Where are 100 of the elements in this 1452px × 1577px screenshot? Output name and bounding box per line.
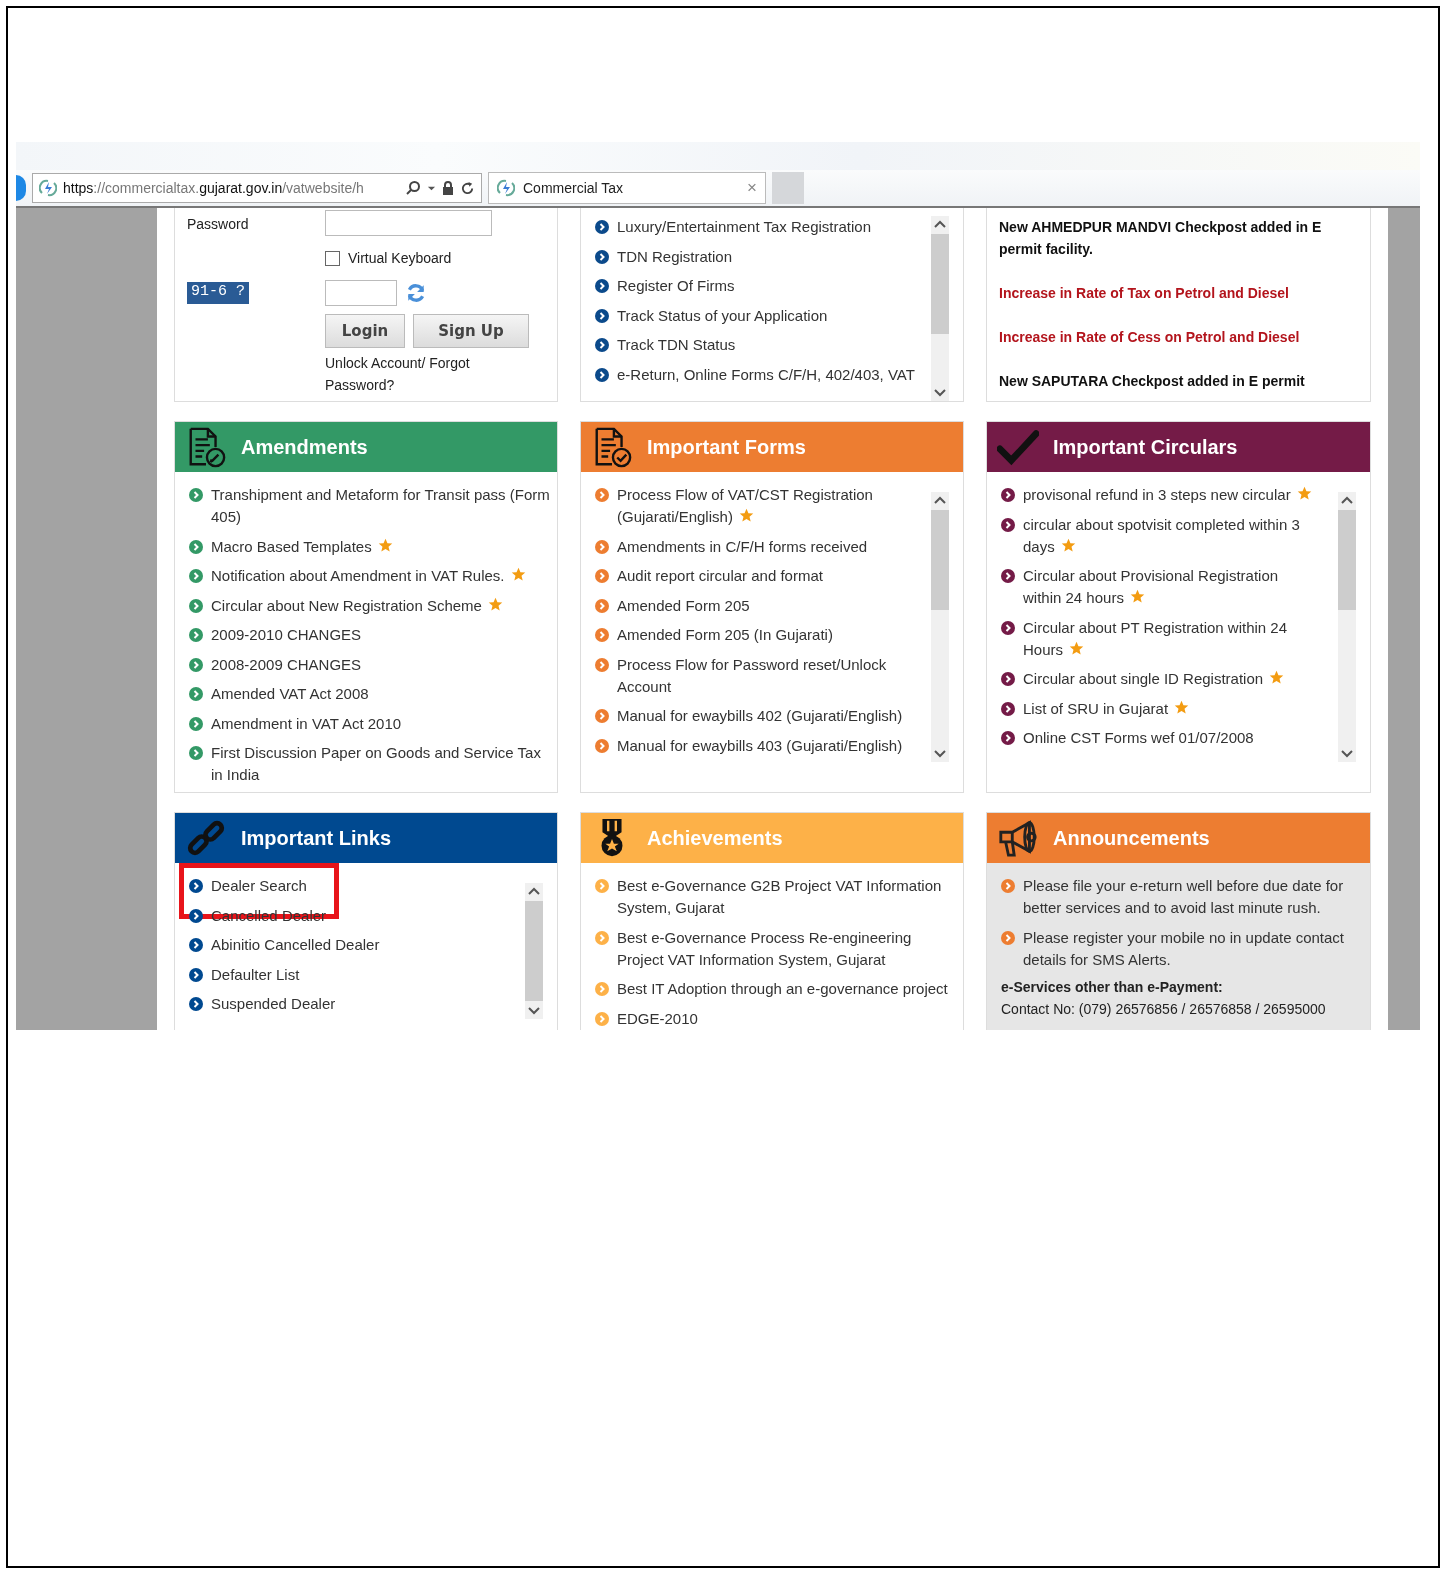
url-text: https://commercialtax.gujarat.gov.in/vatwebsite/h — [63, 180, 365, 196]
list-link[interactable]: Audit report circular and format — [617, 565, 823, 587]
list-link[interactable]: Manual for ewaybills 403 (Gujarati/English) — [617, 734, 903, 757]
list-link[interactable]: Transhipment and Metaform for Transit pass (Form 405) — [211, 484, 553, 528]
list-link[interactable]: 2009-2010 CHANGES — [211, 624, 362, 646]
list-link[interactable]: Notification about Amendment in VAT Rules. — [211, 565, 526, 587]
chevron-bullet-icon — [189, 687, 203, 701]
list-link[interactable]: Process Flow of VAT/CST Registration (Gujarati/English) — [617, 484, 907, 528]
section-title: Important Forms — [647, 435, 806, 459]
chevron-bullet-icon — [189, 879, 203, 893]
list-link[interactable]: Best e-Governance Process Re-engineering Project VAT Information System, Gujarat — [617, 926, 959, 971]
chevron-bullet-icon — [1001, 879, 1015, 893]
list-link[interactable]: Suspended Dealer — [211, 993, 336, 1015]
chevron-bullet-icon — [595, 982, 609, 996]
list-link[interactable]: EDGE-2010 — [617, 1007, 698, 1030]
list-link[interactable]: Track TDN Status — [617, 334, 736, 356]
password-field[interactable] — [325, 210, 492, 236]
chevron-bullet-icon — [595, 879, 609, 893]
list-link[interactable]: Defaulter List — [211, 963, 300, 986]
chevron-bullet-icon — [189, 657, 203, 672]
chevron-bullet-icon — [595, 569, 609, 583]
chevron-bullet-icon — [595, 488, 609, 502]
site-logo-icon — [39, 179, 57, 197]
list-link[interactable]: Circular about Provisional Registration within 24 hours — [1023, 565, 1314, 609]
news-link[interactable]: Increase in Rate of Cess on Petrol and Diesel — [999, 326, 1358, 348]
unlock-account-link[interactable]: Unlock Account/ Forgot Password? — [325, 352, 515, 396]
chevron-bullet-icon — [189, 539, 203, 554]
address-bar[interactable]: https://commercialtax.gujarat.gov.in/vatwebsite/h — [32, 173, 482, 203]
list-link[interactable]: Amended Form 205 (In Gujarati) — [617, 624, 833, 646]
chevron-bullet-icon — [189, 908, 203, 923]
news-link[interactable]: New AHMEDPUR MANDVI Checkpost added in E permit facility. — [999, 216, 1358, 260]
list-link[interactable]: Dealer Search — [211, 875, 307, 897]
chevron-bullet-icon — [595, 279, 609, 293]
list-link[interactable]: Manual for ewaybills 402 (Gujarati/English) — [617, 705, 903, 727]
back-button[interactable] — [16, 175, 26, 201]
chevron-bullet-icon — [189, 628, 203, 642]
section-title: Achievements — [647, 826, 783, 850]
scrollbar[interactable] — [931, 492, 949, 762]
list-link[interactable]: provisonal refund in 3 steps new circular — [1023, 484, 1312, 506]
list-link[interactable]: Please register your mobile no in update contact details for SMS Alerts. — [1023, 926, 1346, 971]
chevron-bullet-icon — [595, 1011, 609, 1026]
chevron-bullet-icon — [595, 738, 609, 753]
list-link[interactable]: Circular about PT Registration within 24 Hours — [1023, 616, 1314, 661]
chevron-bullet-icon — [595, 338, 609, 352]
chevron-bullet-icon — [1001, 488, 1015, 502]
list-link[interactable]: Best IT Adoption through an e-governance project — [617, 978, 948, 1000]
list-link[interactable]: First Discussion Paper on Goods and Service Tax in India — [211, 742, 553, 786]
scrollbar[interactable] — [931, 216, 949, 401]
list-link[interactable]: Luxury/Entertainment Tax Registration — [617, 216, 872, 238]
news-link[interactable]: Increase in Rate of Tax on Petrol and Diesel — [999, 282, 1358, 304]
megaphone-icon — [997, 817, 1039, 859]
list-link[interactable]: TDN Registration — [617, 245, 733, 268]
browser-tab[interactable]: Commercial Tax × — [488, 172, 766, 204]
list-link[interactable]: Amended Form 205 — [617, 594, 750, 617]
chevron-bullet-icon — [595, 657, 609, 672]
news-link[interactable]: New SAPUTARA Checkpost added in E permit — [999, 370, 1358, 392]
chevron-bullet-icon — [595, 539, 609, 554]
chevron-bullet-icon — [595, 367, 609, 382]
chevron-bullet-icon — [1001, 620, 1015, 635]
captcha-field[interactable] — [325, 280, 397, 306]
list-link[interactable]: Best e-Governance G2B Project VAT Information System, Gujarat — [617, 875, 959, 919]
close-button[interactable]: × — [747, 178, 757, 198]
checkbox[interactable] — [325, 250, 340, 266]
list-link[interactable]: Process Flow for Password reset/Unlock Account — [617, 653, 907, 698]
list-link[interactable]: Amendments in C/F/H forms received — [617, 535, 868, 558]
chevron-bullet-icon — [595, 220, 609, 234]
chevron-bullet-icon — [595, 628, 609, 642]
list-link[interactable]: Online CST Forms wef 01/07/2008 — [1023, 727, 1254, 749]
refresh-icon[interactable] — [460, 180, 475, 196]
list-link[interactable]: List of SRU in Gujarat — [1023, 697, 1190, 720]
section-title: Important Circulars — [1053, 435, 1238, 459]
chevron-bullet-icon — [189, 938, 203, 952]
list-link[interactable]: Circular about single ID Registration — [1023, 668, 1285, 690]
chevron-bullet-icon — [189, 746, 203, 760]
section-title: Important Links — [241, 826, 391, 850]
list-link[interactable]: Please file your e-return well before due date for better services and to avoid last minute rush. — [1023, 875, 1346, 919]
list-link[interactable]: Macro Based Templates — [211, 535, 393, 558]
list-link[interactable]: Register Of Firms — [617, 275, 735, 297]
list-link[interactable]: Amended VAT Act 2008 — [211, 683, 369, 705]
list-link[interactable]: Amendment in VAT Act 2010 — [211, 712, 402, 735]
chevron-bullet-icon — [1001, 672, 1015, 686]
list-link[interactable]: Abinitio Cancelled Dealer — [211, 934, 380, 956]
tab-title: Commercial Tax — [523, 180, 625, 196]
list-link[interactable]: Track Status of your Application — [617, 304, 828, 327]
list-link[interactable]: e-Return, Online Forms C/F/H, 402/403, VAT — [617, 363, 915, 386]
section-title: Announcements — [1053, 826, 1210, 850]
search-icon[interactable] — [405, 180, 421, 196]
chevron-bullet-icon — [1001, 701, 1015, 716]
list-link[interactable]: Circular about New Registration Scheme — [211, 594, 503, 617]
chevron-bullet-icon — [595, 598, 609, 613]
chevron-bullet-icon — [1001, 517, 1015, 532]
sign-up-button[interactable]: Sign Up — [413, 314, 529, 348]
list-link[interactable]: circular about spotvisit completed within 3 days — [1023, 513, 1314, 558]
list-link[interactable]: 2008-2009 CHANGES — [211, 653, 362, 676]
chevron-bullet-icon — [1001, 731, 1015, 745]
login-button[interactable]: Login — [325, 314, 405, 348]
scrollbar[interactable] — [525, 883, 543, 1019]
chevron-bullet-icon — [189, 598, 203, 613]
chevron-bullet-icon — [595, 709, 609, 723]
scrollbar[interactable] — [1338, 492, 1356, 762]
